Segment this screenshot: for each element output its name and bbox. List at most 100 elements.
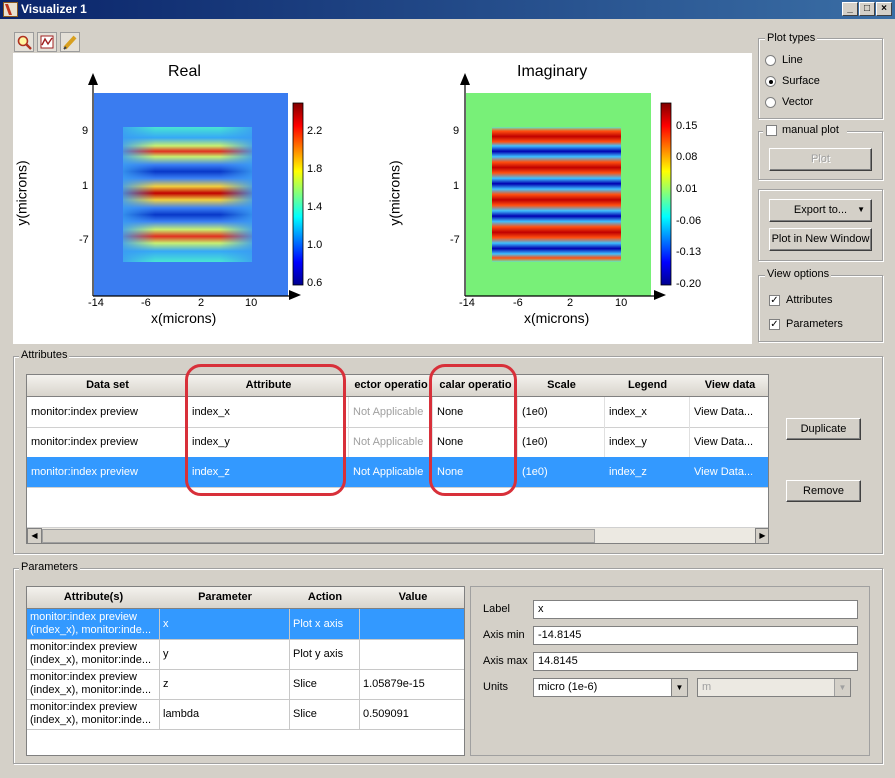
radio-surface[interactable] — [765, 76, 776, 87]
parameters-checkbox-label[interactable]: Parameters — [786, 318, 843, 330]
col-header[interactable]: Action — [290, 587, 361, 609]
cell-action[interactable]: Slice — [290, 699, 360, 729]
col-header[interactable]: Data set — [27, 375, 189, 397]
table-row[interactable]: monitor:index preview index_y Not Applic… — [27, 427, 768, 458]
cell-action[interactable]: Plot y axis — [290, 639, 360, 669]
plot-types-group — [758, 38, 883, 119]
title-bar[interactable]: Visualizer 1 _ □ × — [0, 0, 895, 19]
table-row-selected[interactable]: monitor:index preview index_z Not Applic… — [27, 457, 768, 488]
plot-canvas[interactable]: Real y(microns) x(microns) 9 1 -7 -14 -6… — [13, 53, 752, 344]
col-header[interactable]: View data — [690, 375, 768, 397]
duplicate-button[interactable]: Duplicate — [786, 418, 861, 440]
table-row[interactable]: monitor:index preview index_x Not Applic… — [27, 397, 768, 428]
chart-icon — [40, 35, 54, 49]
cell-value[interactable] — [360, 639, 464, 669]
radio-vector-label[interactable]: Vector — [782, 96, 813, 108]
close-button[interactable]: × — [876, 2, 892, 16]
scroll-thumb[interactable] — [42, 529, 595, 543]
view-options-legend: View options — [765, 268, 832, 280]
scroll-right-icon[interactable]: ▶ — [755, 528, 768, 543]
col-header[interactable]: Legend — [605, 375, 691, 397]
units-select[interactable]: micro (1e-6) ▼ — [533, 678, 688, 697]
cell-value[interactable]: 0.509091 — [360, 699, 464, 729]
maximize-button[interactable]: □ — [859, 2, 875, 16]
remove-button[interactable]: Remove — [786, 480, 861, 502]
table-row[interactable]: monitor:index preview (index_x), monitor:… — [27, 669, 464, 700]
cell-legend[interactable]: index_y — [605, 427, 690, 457]
table-row-selected[interactable]: monitor:index preview (index_x), monitor:… — [27, 609, 464, 640]
parameters-checkbox[interactable]: ✓ — [769, 319, 780, 330]
attributes-table[interactable]: Data set Attribute ector operatio calar … — [26, 374, 769, 544]
horizontal-scrollbar[interactable]: ◀ ▶ — [27, 527, 768, 543]
attributes-legend: Attributes — [19, 349, 70, 361]
minimize-button[interactable]: _ — [842, 2, 858, 16]
cell-dataset: monitor:index preview — [27, 427, 188, 457]
cell-vector-op: Not Applicable — [349, 427, 433, 457]
table-row[interactable]: monitor:index preview (index_x), monitor:… — [27, 639, 464, 670]
attributes-checkbox[interactable]: ✓ — [769, 295, 780, 306]
cell-view-data[interactable]: View Data... — [690, 397, 768, 427]
cell-parameter: x — [160, 609, 290, 639]
radio-line-label[interactable]: Line — [782, 54, 803, 66]
attributes-checkbox-label[interactable]: Attributes — [786, 294, 832, 306]
imag-x-arrow — [654, 290, 666, 300]
units-select-value: micro (1e-6) — [538, 681, 598, 693]
imag-y-arrow — [460, 73, 470, 85]
pencil-icon — [63, 35, 77, 50]
cell-attr-line1: monitor:index preview — [30, 701, 137, 713]
cell-attributes: monitor:index preview (index_x), monitor:… — [27, 609, 160, 639]
parameters-table[interactable]: Attribute(s) Parameter Action Value moni… — [26, 586, 465, 756]
manual-plot-label[interactable]: manual plot — [782, 124, 839, 136]
cell-action[interactable]: Plot x axis — [290, 609, 360, 639]
cell-view-data[interactable]: View Data... — [690, 427, 768, 457]
radio-line[interactable] — [765, 55, 776, 66]
real-colorbar-tick: 1.0 — [307, 239, 323, 251]
cell-scale[interactable]: (1e0) — [518, 457, 605, 487]
plot-button[interactable]: Plot — [769, 148, 872, 171]
axis-min-input[interactable]: -14.8145 — [533, 626, 858, 645]
real-plot-title: Real — [168, 63, 201, 80]
radio-surface-label[interactable]: Surface — [782, 75, 820, 87]
plot-new-window-button[interactable]: Plot in New Window — [769, 228, 872, 251]
imag-x-tick: 2 — [567, 297, 574, 309]
cell-value[interactable] — [360, 609, 464, 639]
radio-vector[interactable] — [765, 97, 776, 108]
col-header[interactable]: Attribute(s) — [27, 587, 161, 609]
scroll-left-icon[interactable]: ◀ — [27, 528, 42, 543]
export-to-button[interactable]: Export to... ▼ — [769, 199, 872, 222]
cell-scale[interactable]: (1e0) — [518, 397, 605, 427]
chevron-down-icon: ▼ — [857, 205, 865, 214]
plot-types-legend: Plot types — [765, 32, 818, 44]
col-header[interactable]: Scale — [518, 375, 606, 397]
imag-colorbar-tick: -0.06 — [676, 215, 702, 227]
manual-plot-checkbox[interactable] — [766, 125, 777, 136]
col-header[interactable]: Parameter — [160, 587, 291, 609]
cell-attr-line2: (index_x), monitor:inde... — [30, 624, 152, 636]
app-icon — [3, 2, 18, 17]
chart-button[interactable] — [37, 32, 57, 52]
cell-attr-line2: (index_x), monitor:inde... — [30, 654, 152, 666]
real-y-tick: 9 — [82, 125, 89, 137]
col-header[interactable]: ector operatio — [349, 375, 434, 397]
cell-value[interactable]: 1.05879e-15 — [360, 669, 464, 699]
real-x-tick: -6 — [141, 297, 151, 309]
zoom-button[interactable] — [14, 32, 34, 52]
cell-vector-op: Not Applicable — [349, 457, 433, 487]
imag-x-axis-label: x(microns) — [524, 310, 590, 326]
imag-x-tick: -6 — [513, 297, 523, 309]
units-label: Units — [483, 681, 509, 693]
cell-attributes: monitor:index preview (index_x), monitor:… — [27, 639, 160, 669]
axis-max-input[interactable]: 14.8145 — [533, 652, 858, 671]
cell-action[interactable]: Slice — [290, 669, 360, 699]
pencil-button[interactable] — [60, 32, 80, 52]
cell-scale[interactable]: (1e0) — [518, 427, 605, 457]
real-colorbar-tick: 1.8 — [307, 163, 323, 175]
cell-view-data[interactable]: View Data... — [690, 457, 768, 487]
real-x-tick: 2 — [198, 297, 205, 309]
label-input[interactable]: x — [533, 600, 858, 619]
col-header[interactable]: Value — [360, 587, 464, 609]
cell-legend[interactable]: index_x — [605, 397, 690, 427]
chevron-down-icon[interactable]: ▼ — [671, 679, 687, 696]
cell-legend[interactable]: index_z — [605, 457, 690, 487]
table-row[interactable]: monitor:index preview (index_x), monitor:… — [27, 699, 464, 730]
